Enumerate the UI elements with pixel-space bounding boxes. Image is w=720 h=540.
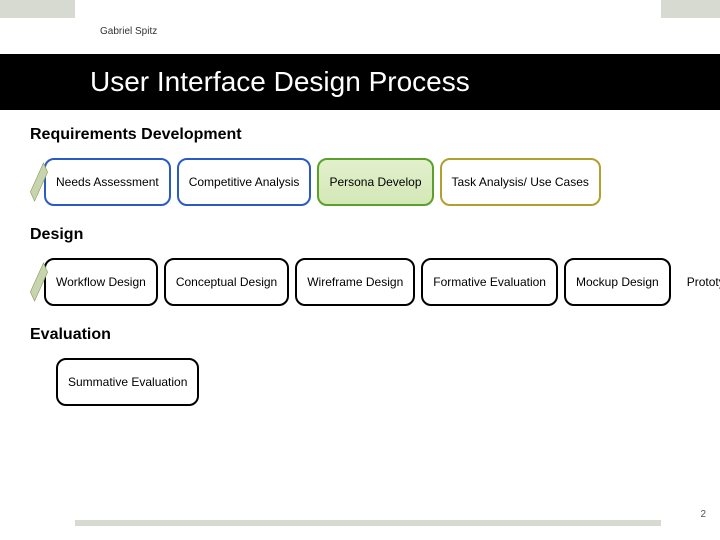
top-decorative-band-inner xyxy=(75,0,661,18)
step-conceptual-design: Conceptual Design xyxy=(164,258,289,306)
step-persona-develop: Persona Develop xyxy=(317,158,433,206)
bottom-decorative-band xyxy=(75,520,661,526)
design-row: Workflow Design Conceptual Design Wirefr… xyxy=(32,258,700,306)
section-design-title: Design xyxy=(30,226,700,244)
step-task-analysis: Task Analysis/ Use Cases xyxy=(440,158,601,206)
content-area: Requirements Development Needs Assessmen… xyxy=(30,126,700,426)
step-formative-eval: Formative Evaluation xyxy=(421,258,558,306)
section-evaluation-title: Evaluation xyxy=(30,326,700,344)
step-summative-evaluation: Summative Evaluation xyxy=(56,358,199,406)
section-requirements-title: Requirements Development xyxy=(30,126,700,144)
evaluation-row: Summative Evaluation xyxy=(32,358,700,406)
step-wireframe-design: Wireframe Design xyxy=(295,258,415,306)
step-competitive-analysis: Competitive Analysis xyxy=(177,158,312,206)
author-name: Gabriel Spitz xyxy=(100,26,157,37)
title-bar: User Interface Design Process xyxy=(0,54,720,110)
page-number: 2 xyxy=(700,509,706,520)
step-needs-assessment: Needs Assessment xyxy=(44,158,171,206)
step-mockup-design: Mockup Design xyxy=(564,258,671,306)
step-workflow-design: Workflow Design xyxy=(44,258,158,306)
slide-title: User Interface Design Process xyxy=(90,66,470,98)
requirements-row: Needs Assessment Competitive Analysis Pe… xyxy=(32,158,700,206)
step-prototype-design: Prototype Design xyxy=(677,258,720,306)
